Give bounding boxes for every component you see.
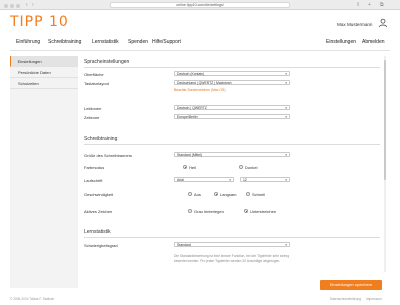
laufschrift-size-value: 12 <box>243 178 247 182</box>
aktives-radio-grau[interactable] <box>188 209 192 213</box>
chevron-down-icon: ▾ <box>285 72 287 76</box>
settings-content: Spracheinstellungen Oberfläche Deutsch (… <box>84 56 382 272</box>
nav-einfuehrung[interactable]: Einführung <box>16 39 40 45</box>
groesse-value: Standard (Mittel) <box>177 153 203 157</box>
settings-sidebar: Einstellungen Persönliche Daten Schulzei… <box>10 56 78 288</box>
farbmodus-option-dunkel[interactable]: Dunkel <box>245 165 257 170</box>
tastatur-label: Tastaturlayout <box>84 81 109 86</box>
schwierigkeit-hint: Die Standardbewertung ist eine lineare F… <box>174 254 290 263</box>
farbmodus-radio-hell[interactable] <box>183 165 187 169</box>
lektionen-select[interactable]: Deutsch | QWERTZ ▾ <box>174 105 290 111</box>
browser-toolbar: ‹ › online.tipp10.com/de/settings/ ⇪ + ⧉ <box>0 0 400 10</box>
groesse-select[interactable]: Standard (Mittel) ▾ <box>174 152 290 158</box>
chevron-down-icon: ▾ <box>285 81 287 85</box>
geschwindigkeit-option-langsam[interactable]: Langsam <box>220 192 236 197</box>
address-bar[interactable]: online.tipp10.com/de/settings/ <box>110 2 290 8</box>
aktives-option-grau[interactable]: Grau hinterlegen <box>194 209 224 214</box>
laufschrift-label: Laufschrift <box>84 178 103 183</box>
geschwindigkeit-radio-langsam[interactable] <box>214 192 218 196</box>
tipp10-logo[interactable]: TIPP 10 <box>10 14 69 30</box>
scrollbar-thumb[interactable] <box>384 60 386 180</box>
section-title-sprache: Spracheinstellungen <box>84 59 130 65</box>
minimize-window-dot[interactable] <box>10 3 14 8</box>
lektionen-value: Deutsch | QWERTZ <box>177 106 207 110</box>
new-tab-icon[interactable]: + <box>368 2 371 8</box>
nav-spenden[interactable]: Spenden <box>128 39 148 45</box>
laufschrift-font-value: Arial <box>177 178 184 182</box>
nav-schreibtraining[interactable]: Schreibtraining <box>48 39 81 45</box>
nav-divider <box>10 50 390 51</box>
user-name: Max Mustermann <box>337 22 373 27</box>
chevron-down-icon: ▾ <box>285 243 287 247</box>
chevron-down-icon: ▾ <box>285 106 287 110</box>
nav-einstellungen[interactable]: Einstellungen <box>326 39 356 45</box>
chevron-down-icon: ▾ <box>285 115 287 119</box>
sidebar-item-schulzeiten[interactable]: Schulzeiten <box>10 78 78 89</box>
chevron-left-icon[interactable]: ‹ <box>26 2 28 8</box>
tastatur-value: Deutschland | QWERTZ | Macintosh <box>177 81 232 85</box>
chevron-down-icon: ▾ <box>285 153 287 157</box>
section-divider <box>84 237 380 238</box>
zeitzone-select[interactable]: Europe/Berlin ▾ <box>174 114 290 120</box>
schwierigkeit-label: Schwierigkeitsgrad <box>84 243 118 248</box>
footer-link-datenschutz[interactable]: Datenschutzerklärung <box>330 297 361 301</box>
lektionen-label: Lektionen <box>84 106 102 111</box>
section-title-lernstatistik: Lernstatistik <box>84 229 111 235</box>
save-settings-button[interactable]: Einstellungen speichern <box>320 280 382 290</box>
farbmodus-option-hell[interactable]: Hell <box>189 165 196 170</box>
content-scrollbar[interactable] <box>384 56 386 272</box>
aktives-option-unterstreichen[interactable]: Unterstreichen <box>250 209 276 214</box>
sidebar-item-einstellungen[interactable]: Einstellungen <box>10 56 78 67</box>
chevron-down-icon: ▾ <box>229 178 231 182</box>
section-divider <box>84 67 380 68</box>
tastatur-select[interactable]: Deutschland | QWERTZ | Macintosh ▾ <box>174 80 290 86</box>
farbmodus-label: Farbmodus <box>84 165 105 170</box>
tabs-overview-icon[interactable]: ⧉ <box>380 2 384 8</box>
laufschrift-font-select[interactable]: Arial ▾ <box>174 177 234 183</box>
oberflaeche-value: Deutsch (Kontain) <box>177 72 205 76</box>
zeitzone-label: Zeitzone <box>84 115 100 120</box>
geschwindigkeit-radio-schnell[interactable] <box>246 192 250 196</box>
groesse-label: Größe des Schreibbanners <box>84 153 133 158</box>
nav-abmelden[interactable]: Abmelden <box>362 39 385 45</box>
geschwindigkeit-option-aus[interactable]: Aus <box>194 192 201 197</box>
chevron-down-icon: ▾ <box>285 178 287 182</box>
share-icon[interactable]: ⇪ <box>356 2 360 8</box>
aktives-zeichen-label: Aktives Zeichen <box>84 209 113 214</box>
user-icon[interactable] <box>378 18 388 28</box>
footer-copyright: © 2006-2024 Tobias F. Sadloch <box>10 297 55 301</box>
nav-lernstatistik[interactable]: Lernstatistik <box>92 39 119 45</box>
tastatur-warning: Beachte Sonderzeichen (Mac OS) <box>174 88 226 92</box>
oberflaeche-label: Oberfläche <box>84 72 104 77</box>
section-title-schreibtraining: Schreibtraining <box>84 136 118 142</box>
chevron-right-icon[interactable]: › <box>32 2 34 8</box>
laufschrift-size-select[interactable]: 12 ▾ <box>240 177 290 183</box>
sidebar-item-persoenliche-daten[interactable]: Persönliche Daten <box>10 67 78 78</box>
geschwindigkeit-label: Geschwindigkeit <box>84 192 114 197</box>
schwierigkeit-select[interactable]: Standard ▾ <box>174 242 290 248</box>
main-navigation: Einführung Schreibtraining Lernstatistik… <box>0 36 400 48</box>
zeitzone-value: Europe/Berlin <box>177 115 198 119</box>
schwierigkeit-value: Standard <box>177 243 191 247</box>
close-window-dot[interactable] <box>4 3 8 8</box>
farbmodus-radio-dunkel[interactable] <box>239 165 243 169</box>
aktives-radio-unterstreichen[interactable] <box>244 209 248 213</box>
footer-link-impressum[interactable]: Impressum <box>366 297 382 301</box>
geschwindigkeit-radio-aus[interactable] <box>188 192 192 196</box>
oberflaeche-select[interactable]: Deutsch (Kontain) ▾ <box>174 71 290 77</box>
zoom-window-dot[interactable] <box>16 3 20 8</box>
section-divider <box>84 144 380 145</box>
nav-hilfe-support[interactable]: Hilfe/Support <box>152 39 181 45</box>
geschwindigkeit-option-schnell[interactable]: Schnell <box>252 192 265 197</box>
